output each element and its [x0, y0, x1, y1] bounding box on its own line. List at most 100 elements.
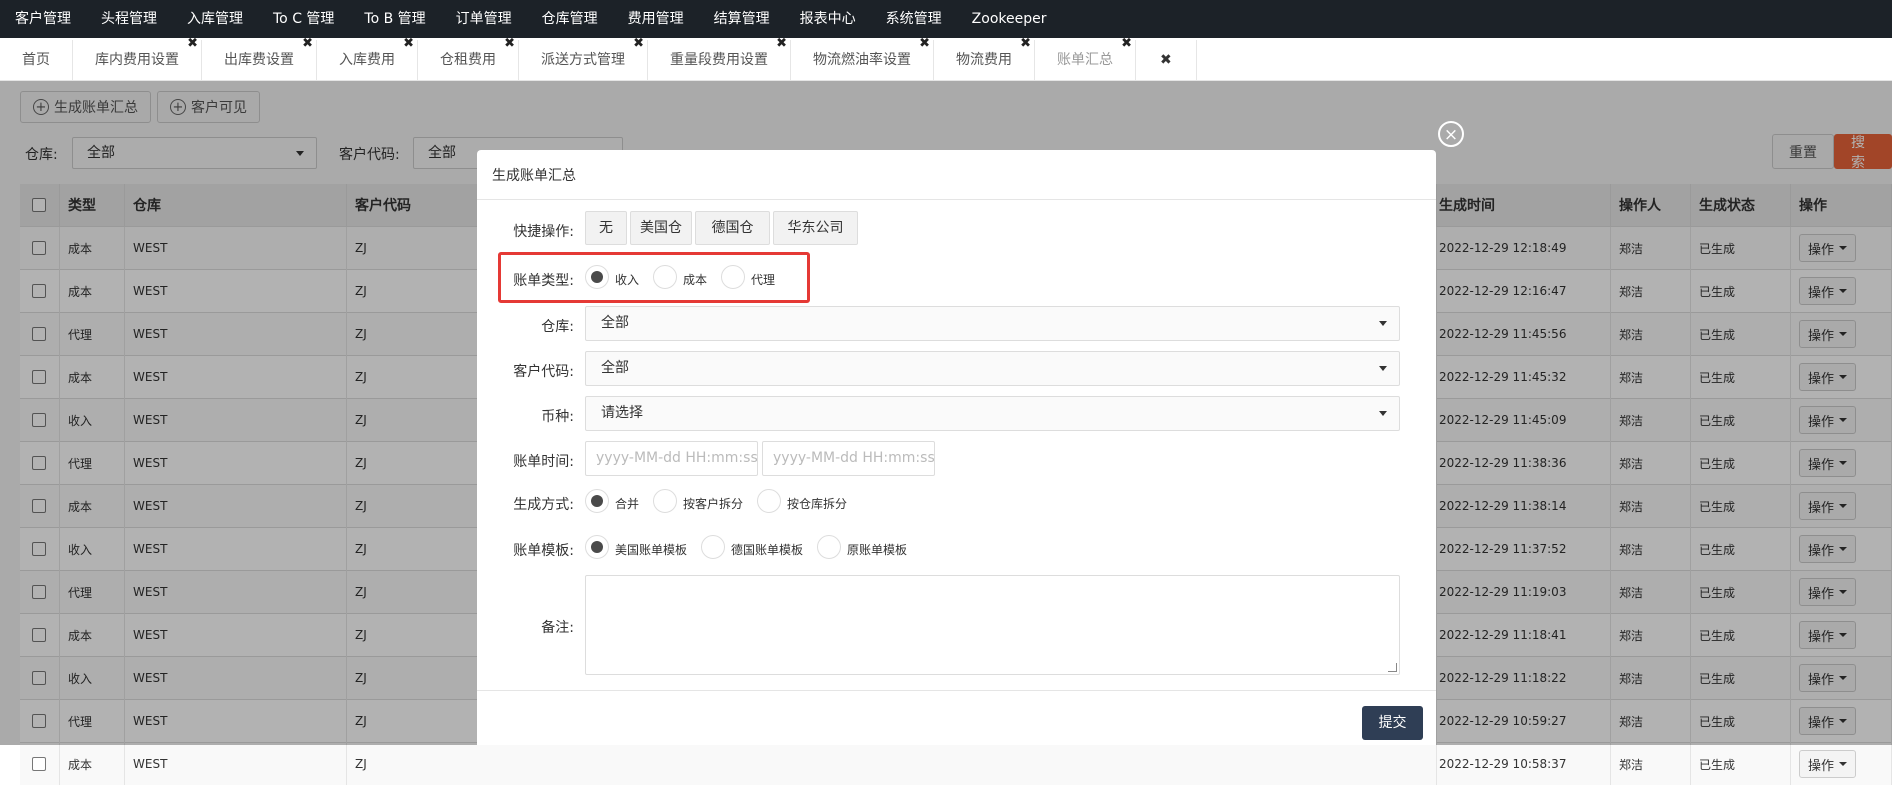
nav-toc-management[interactable]: To C 管理 — [258, 0, 349, 38]
nav-customer-management[interactable]: 客户管理 — [0, 0, 86, 38]
quick-action-east-china-button[interactable]: 华东公司 — [773, 211, 858, 245]
generation-method-option-label: 按客户拆分 — [683, 495, 743, 512]
close-all-tabs-icon[interactable]: ✖ — [1136, 40, 1197, 80]
nav-tob-management[interactable]: To B 管理 — [349, 0, 440, 38]
cell-status: 已生成 — [1691, 743, 1791, 785]
nav-settlement-management[interactable]: 结算管理 — [699, 0, 785, 38]
nav-warehouse-management[interactable]: 仓库管理 — [527, 0, 613, 38]
tab-label: 重量段费用设置 — [670, 52, 768, 68]
close-icon[interactable]: ✖ — [919, 34, 930, 54]
tab-storage-fee[interactable]: 仓租费用✖ — [418, 40, 519, 80]
nav-fee-management[interactable]: 费用管理 — [613, 0, 699, 38]
cell-actions: 操作 — [1791, 743, 1892, 785]
nav-first-leg-management[interactable]: 头程管理 — [86, 0, 172, 38]
tab-label: 库内费用设置 — [95, 52, 179, 68]
caret-down-icon — [1379, 411, 1387, 416]
bill-template-option-label: 德国账单模板 — [731, 541, 803, 558]
close-icon[interactable]: ✖ — [302, 34, 313, 54]
divider — [477, 690, 1436, 691]
customer-code-label: 客户代码: — [513, 361, 574, 381]
tab-logistics-fee[interactable]: 物流费用✖ — [934, 40, 1035, 80]
close-icon[interactable]: ✖ — [633, 34, 644, 54]
tab-outbound-fee-settings[interactable]: 出库费设置✖ — [202, 40, 317, 80]
button-label: 操作 — [1808, 755, 1834, 774]
close-icon[interactable]: ✖ — [1020, 34, 1031, 54]
bill-template-radio-us[interactable] — [585, 535, 609, 559]
tab-weight-range-fee[interactable]: 重量段费用设置✖ — [648, 40, 791, 80]
submit-button[interactable]: 提交 — [1362, 706, 1423, 740]
bill-template-label: 账单模板: — [513, 540, 574, 560]
tab-label: 入库费用 — [339, 52, 395, 68]
nav-system-management[interactable]: 系统管理 — [871, 0, 957, 38]
quick-action-us-warehouse-button[interactable]: 美国仓 — [630, 211, 692, 245]
modal-close-icon[interactable]: × — [1438, 121, 1464, 147]
remark-label: 备注: — [541, 617, 574, 637]
generation-method-radio-merge[interactable] — [585, 489, 609, 513]
close-icon[interactable]: ✖ — [187, 34, 198, 54]
currency-label: 币种: — [541, 406, 574, 426]
quick-action-label: 快捷操作: — [513, 221, 574, 241]
dialog-title: 生成账单汇总 — [492, 165, 576, 185]
close-icon[interactable]: ✖ — [403, 34, 414, 54]
close-icon[interactable]: ✖ — [1121, 34, 1132, 54]
currency-select[interactable]: 请选择 — [585, 396, 1400, 431]
cell-operator: 郑洁 — [1611, 743, 1691, 785]
cell-warehouse: WEST — [125, 743, 347, 785]
bill-time-end-input[interactable]: yyyy-MM-dd HH:mm:ss — [762, 441, 935, 476]
caret-down-icon — [1379, 321, 1387, 326]
generation-method-radio-by-customer[interactable] — [653, 489, 677, 513]
bill-template-radio-de[interactable] — [701, 535, 725, 559]
nav-inbound-management[interactable]: 入库管理 — [172, 0, 258, 38]
top-navigation: 客户管理 头程管理 入库管理 To C 管理 To B 管理 订单管理 仓库管理… — [0, 0, 1892, 38]
nav-zookeeper[interactable]: Zookeeper — [957, 0, 1062, 38]
bill-template-radio-original[interactable] — [817, 535, 841, 559]
bill-type-option-label: 成本 — [683, 271, 707, 288]
select-value: 全部 — [601, 360, 629, 376]
close-icon[interactable]: ✖ — [776, 34, 787, 54]
tab-label: 仓租费用 — [440, 52, 496, 68]
nav-order-management[interactable]: 订单管理 — [441, 0, 527, 38]
tab-warehouse-fee-settings[interactable]: 库内费用设置✖ — [73, 40, 202, 80]
warehouse-select[interactable]: 全部 — [585, 306, 1400, 341]
bill-type-option-label: 代理 — [751, 271, 775, 288]
tab-bill-summary[interactable]: 账单汇总✖ — [1035, 40, 1136, 80]
remark-textarea[interactable] — [585, 575, 1400, 675]
tab-label: 派送方式管理 — [541, 52, 625, 68]
row-action-dropdown-button[interactable]: 操作 — [1799, 750, 1856, 778]
tab-fuel-rate[interactable]: 物流燃油率设置✖ — [791, 40, 934, 80]
tab-label: 出库费设置 — [224, 52, 294, 68]
divider — [477, 199, 1436, 200]
bill-template-option-label: 原账单模板 — [847, 541, 907, 558]
cell-customer-code: ZJ — [347, 743, 1437, 785]
quick-action-de-warehouse-button[interactable]: 德国仓 — [695, 211, 770, 245]
bill-time-start-input[interactable]: yyyy-MM-dd HH:mm:ss — [585, 441, 758, 476]
tab-label: 物流燃油率设置 — [813, 52, 911, 68]
cell-generated-time: 2022-12-29 10:58:37 — [1437, 743, 1611, 785]
bill-type-radio-cost[interactable] — [653, 265, 677, 289]
bill-type-radio-agent[interactable] — [721, 265, 745, 289]
nav-report-center[interactable]: 报表中心 — [785, 0, 871, 38]
cell-type: 成本 — [60, 743, 125, 785]
row-checkbox[interactable] — [32, 757, 46, 771]
customer-code-select[interactable]: 全部 — [585, 351, 1400, 386]
close-icon[interactable]: ✖ — [504, 34, 515, 54]
generate-bill-summary-dialog: 生成账单汇总 快捷操作: 无 美国仓 德国仓 华东公司 账单类型: 收入 成本 … — [477, 150, 1436, 745]
tab-delivery-method[interactable]: 派送方式管理✖ — [519, 40, 648, 80]
generation-method-radio-by-warehouse[interactable] — [757, 489, 781, 513]
tab-bar: 首页 库内费用设置✖ 出库费设置✖ 入库费用✖ 仓租费用✖ 派送方式管理✖ 重量… — [0, 40, 1892, 81]
tab-home[interactable]: 首页 — [0, 40, 73, 80]
table-row[interactable]: 成本WESTZJ2022-12-29 10:58:37郑洁已生成操作 — [20, 743, 1892, 785]
bill-type-option-label: 收入 — [615, 271, 639, 288]
bill-time-label: 账单时间: — [513, 451, 574, 471]
resize-grip-icon[interactable] — [1388, 663, 1397, 672]
tab-inbound-fee[interactable]: 入库费用✖ — [317, 40, 418, 80]
select-value: 请选择 — [601, 405, 643, 421]
bill-template-option-label: 美国账单模板 — [615, 541, 687, 558]
select-value: 全部 — [601, 315, 629, 331]
row-select-cell — [20, 743, 60, 785]
tab-label: 首页 — [22, 52, 50, 68]
generation-method-option-label: 按仓库拆分 — [787, 495, 847, 512]
bill-type-radio-income[interactable] — [585, 265, 609, 289]
quick-action-none-button[interactable]: 无 — [585, 211, 627, 245]
caret-down-icon — [1839, 762, 1847, 766]
